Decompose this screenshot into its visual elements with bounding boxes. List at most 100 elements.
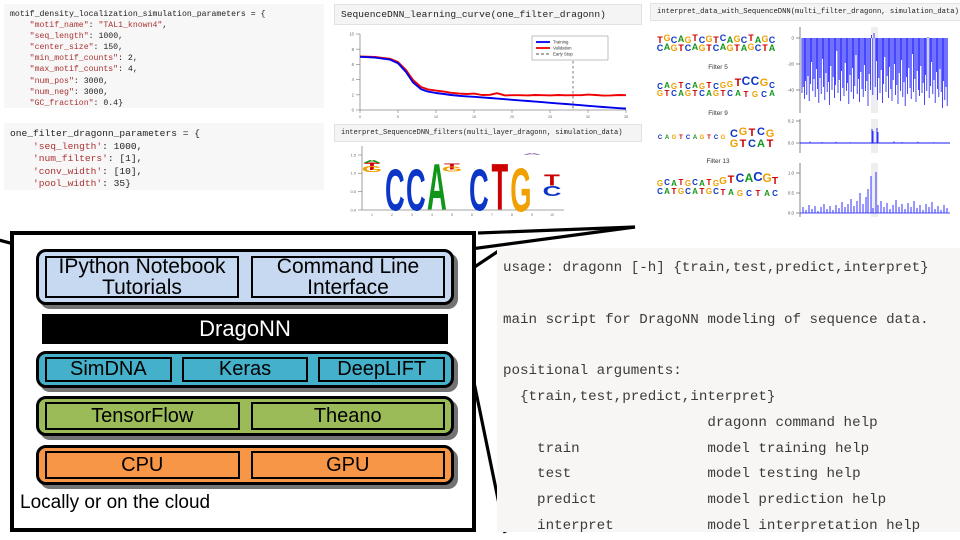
arch-cell-deeplift[interactable]: DeepLIFT (318, 357, 446, 382)
svg-text:Filter 9: Filter 9 (708, 110, 728, 117)
arch-cell-command-line-interface[interactable]: Command Line Interface (251, 254, 445, 299)
svg-text:A: A (665, 135, 670, 141)
svg-text:0.5: 0.5 (788, 191, 795, 196)
svg-text:A: A (678, 89, 684, 98)
arch-cell-cpu[interactable]: CPU (45, 451, 240, 479)
arch-cell-label: Theano (313, 404, 382, 427)
svg-text:T: T (700, 187, 705, 196)
svg-text:G: G (730, 138, 739, 150)
arch-caption: Locally or on the cloud (20, 492, 211, 513)
svg-text:0.5: 0.5 (350, 189, 356, 194)
svg-text:G: G (752, 90, 758, 99)
svg-text:C: C (736, 171, 745, 185)
svg-text:A: A (664, 187, 670, 196)
svg-text:T: T (693, 89, 698, 98)
svg-text:A: A (764, 189, 770, 198)
arch-cell-label: IPython Notebook Tutorials (58, 254, 226, 299)
svg-text:Validation: Validation (553, 46, 572, 51)
svg-text:C: C (746, 189, 752, 198)
svg-text:20: 20 (510, 115, 514, 119)
svg-text:C: C (755, 43, 762, 53)
svg-text:-40: -40 (788, 88, 795, 93)
svg-text:G: G (721, 135, 726, 141)
svg-text:G: G (698, 43, 705, 53)
svg-text:G: G (657, 89, 663, 98)
svg-text:T: T (756, 189, 761, 198)
arch-cell-label: SimDNA (70, 358, 147, 381)
svg-text:G: G (713, 89, 719, 98)
svg-text:G: G (685, 89, 691, 98)
svg-text:C: C (385, 157, 405, 220)
svg-text:T: T (767, 138, 774, 150)
svg-text:A: A (692, 187, 698, 196)
arch-cell-theano[interactable]: Theano (250, 402, 445, 430)
svg-text:T: T (706, 43, 712, 53)
svg-text:A: A (523, 153, 542, 156)
svg-text:30: 30 (586, 115, 590, 119)
svg-text:0: 0 (359, 115, 361, 119)
arch-cell-tensorflow[interactable]: TensorFlow (45, 402, 240, 430)
track-filter5: 0 -20 -40 (788, 27, 948, 113)
logo-strip-4: GC CA AT TG GC CA AT TG GC GT TA CG AC C… (654, 169, 782, 203)
arch-cell-gpu[interactable]: GPU (250, 451, 445, 479)
svg-text:G: G (739, 126, 748, 138)
svg-text:A: A (735, 89, 741, 98)
svg-text:C: C (761, 90, 767, 99)
svg-text:Training: Training (553, 40, 569, 45)
svg-text:T: T (707, 178, 712, 187)
sequence-logo-plot: 1.5 1.0 0.5 0.0 12 34 56 78 9 10 T G A C … (334, 142, 634, 220)
svg-text:T: T (734, 43, 740, 53)
svg-text:T: T (492, 149, 509, 220)
svg-text:2: 2 (352, 92, 355, 97)
svg-text:G: G (510, 156, 531, 220)
code-block-motif-density-params: motif_density_localization_simulation_pa… (4, 4, 324, 108)
svg-text:C: C (757, 126, 765, 138)
arch-cell-dragonn: DragoNN (199, 316, 291, 341)
svg-text:C: C (751, 74, 760, 88)
svg-text:0.0: 0.0 (350, 207, 356, 212)
svg-text:1.5: 1.5 (350, 152, 356, 157)
svg-text:G: G (362, 165, 382, 174)
svg-text:T: T (772, 176, 778, 187)
svg-text:1.0: 1.0 (350, 171, 356, 176)
logo-strip-2: CG AT GC TA CG AT GC TA CG GT GC TA CT C… (654, 73, 782, 105)
arch-row-hardware: CPU GPU (36, 445, 454, 485)
svg-text:35: 35 (624, 115, 628, 119)
architecture-diagram: IPython Notebook Tutorials Command Line … (10, 231, 476, 532)
svg-text:C: C (657, 43, 664, 53)
svg-text:A: A (693, 135, 698, 141)
svg-text:G: G (442, 166, 462, 174)
arch-cell-keras[interactable]: Keras (181, 357, 309, 382)
svg-text:G: G (670, 43, 677, 53)
svg-text:C: C (742, 74, 751, 88)
svg-text:T: T (679, 178, 684, 187)
svg-text:-20: -20 (788, 62, 795, 67)
svg-text:A: A (728, 188, 734, 197)
svg-text:C: C (469, 157, 489, 220)
arch-cell-simdna[interactable]: SimDNA (45, 357, 172, 382)
svg-text:G: G (727, 80, 733, 89)
svg-text:C: C (658, 135, 663, 141)
svg-text:6: 6 (352, 62, 355, 67)
svg-text:G: G (760, 77, 769, 89)
interpret-panel-plots: TC GA CG AT GC TA CG GT TC CA AG GT CA T… (650, 21, 960, 223)
svg-text:A: A (757, 138, 765, 150)
svg-text:25: 25 (548, 115, 552, 119)
svg-text:T: T (707, 135, 711, 141)
svg-text:C: C (699, 89, 705, 98)
svg-text:0: 0 (792, 36, 795, 41)
svg-text:C: C (406, 157, 426, 220)
svg-text:C: C (657, 187, 663, 196)
svg-text:G: G (747, 42, 754, 52)
svg-text:T: T (740, 138, 747, 150)
svg-text:C: C (727, 89, 733, 98)
arch-cell-ipython-notebook-tutorials[interactable]: IPython Notebook Tutorials (45, 254, 239, 299)
svg-text:C: C (686, 135, 691, 141)
svg-text:10: 10 (550, 213, 554, 217)
svg-text:T: T (728, 174, 735, 186)
sequence-logo-svg: 1.5 1.0 0.5 0.0 12 34 56 78 9 10 T G A C … (350, 146, 564, 220)
svg-text:0.0: 0.0 (788, 141, 795, 146)
arch-cell-label: Command Line Interface (276, 254, 420, 299)
logo-strip-1: TC GA CG AT GC TA CG GT TC CA AG GT CA T… (654, 27, 782, 59)
svg-text:0: 0 (352, 108, 355, 113)
